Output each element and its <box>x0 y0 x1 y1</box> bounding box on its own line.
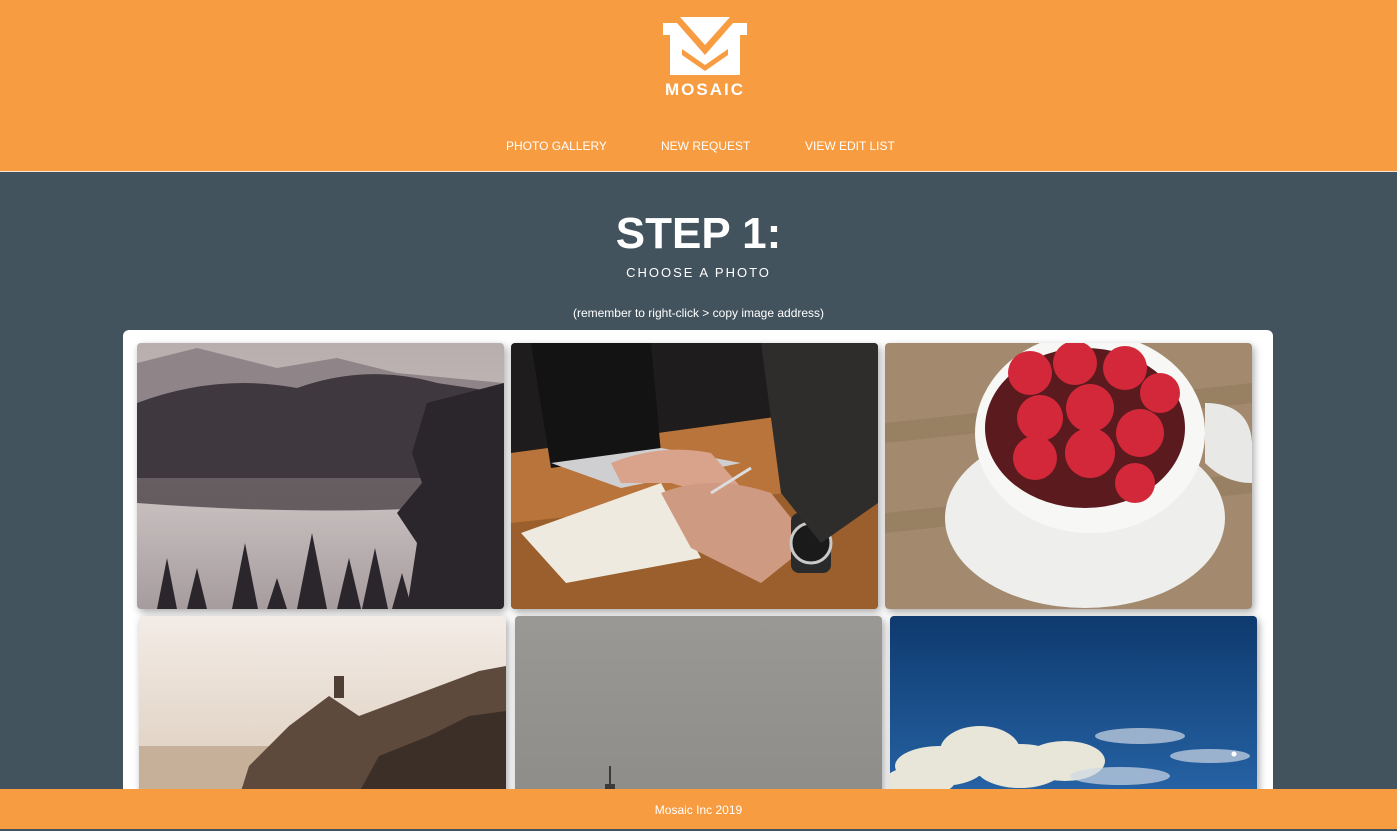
mosaic-logo[interactable]: MOSAIC <box>660 15 750 100</box>
mosaic-m-logo-icon <box>663 17 747 75</box>
footer: Mosaic Inc 2019 <box>0 789 1397 829</box>
instruction-hint: (remember to right-click > copy image ad… <box>572 306 825 320</box>
page-subtitle: CHOOSE A PHOTO <box>626 265 771 280</box>
raspberries-image <box>885 343 1252 609</box>
logo-wordmark: MOSAIC <box>665 80 745 99</box>
forest-lake-image <box>137 343 504 609</box>
header: MOSAIC PHOTO GALLERY NEW REQUEST VIEW ED… <box>0 0 1397 172</box>
main-nav: PHOTO GALLERY NEW REQUEST VIEW EDIT LIST <box>0 139 1397 155</box>
page-title: STEP 1: <box>615 209 782 258</box>
footer-copyright: Mosaic Inc 2019 <box>654 803 743 817</box>
nav-new-request[interactable]: NEW REQUEST <box>661 139 750 153</box>
photo-gallery <box>123 330 1273 829</box>
gallery-photo-raspberries[interactable] <box>885 343 1252 609</box>
gallery-photo-forest-lake[interactable] <box>137 343 504 609</box>
nav-view-edit-list[interactable]: VIEW EDIT LIST <box>805 139 895 153</box>
writing-image <box>511 343 878 609</box>
nav-photo-gallery[interactable]: PHOTO GALLERY <box>506 139 607 153</box>
gallery-photo-writing[interactable] <box>511 343 878 609</box>
